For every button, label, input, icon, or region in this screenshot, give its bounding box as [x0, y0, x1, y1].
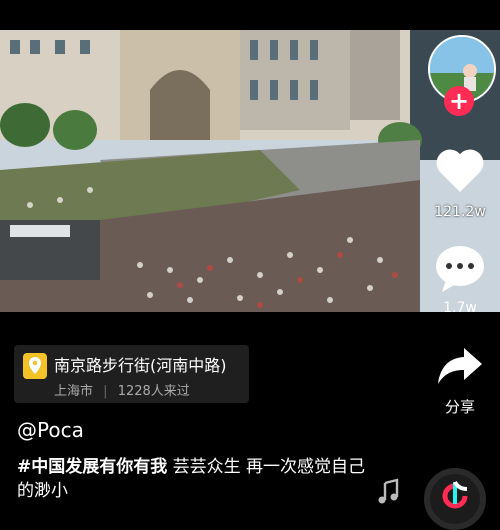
- video-frame: [0, 30, 500, 312]
- video-player[interactable]: [0, 30, 500, 312]
- music-note-icon: [374, 478, 402, 506]
- comment-count: 1.7w: [443, 300, 477, 316]
- location-card[interactable]: 南京路步行街(河南中路) 上海市 | 1228人来过: [14, 345, 249, 403]
- share-button[interactable]: [436, 346, 484, 386]
- comment-button[interactable]: [434, 244, 486, 294]
- hashtag-link[interactable]: #中国发展有你有我: [17, 457, 167, 477]
- location-separator: |: [103, 384, 108, 399]
- share-icon: [438, 348, 482, 384]
- location-city: 上海市: [54, 384, 94, 399]
- post-caption: #中国发展有你有我 芸芸众生 再一次感觉自己的渺小: [17, 455, 377, 503]
- share-label: 分享: [444, 398, 475, 416]
- follow-button[interactable]: +: [444, 86, 474, 116]
- location-visitors: 1228人来过: [117, 384, 190, 399]
- music-disc-icon[interactable]: [424, 468, 486, 530]
- location-meta: 上海市 | 1228人来过: [54, 380, 190, 399]
- like-button[interactable]: [434, 146, 486, 194]
- location-name: 南京路步行街(河南中路): [54, 356, 227, 375]
- heart-icon: [436, 149, 484, 192]
- comment-icon: [436, 246, 484, 292]
- like-count: 121.2w: [434, 204, 486, 220]
- location-pin-icon: [23, 353, 47, 379]
- plus-icon: +: [448, 87, 470, 115]
- author-username[interactable]: @Poca: [17, 418, 84, 442]
